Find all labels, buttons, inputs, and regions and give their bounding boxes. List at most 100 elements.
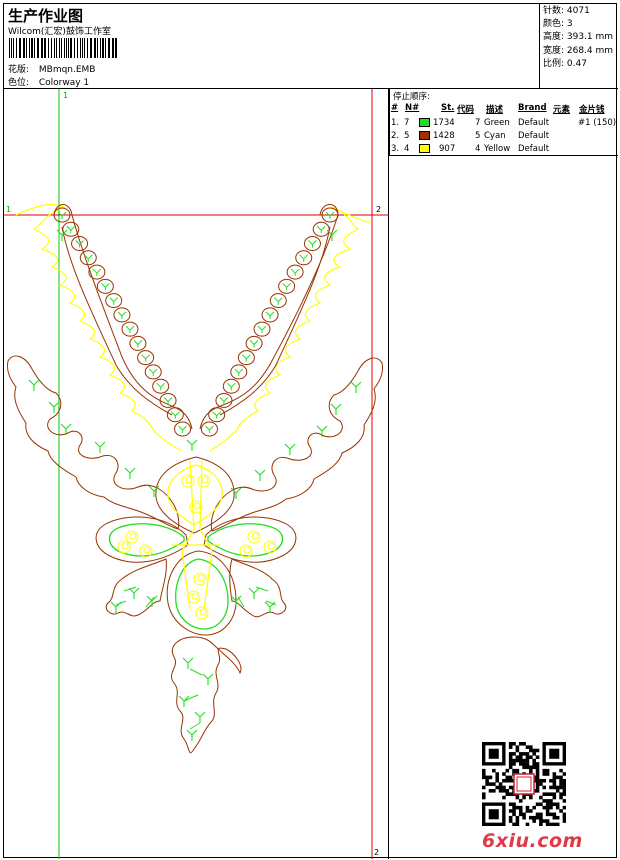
stop-sequence-title: 停止顺序: bbox=[393, 92, 430, 102]
qr-module bbox=[552, 792, 557, 796]
y-motif bbox=[110, 601, 122, 613]
pattern-value: MBmqn.EMB bbox=[38, 65, 96, 75]
qr-module bbox=[515, 755, 520, 759]
barcode-bar bbox=[44, 38, 46, 58]
qr-module bbox=[529, 795, 533, 800]
qr-module bbox=[492, 782, 496, 786]
qr-module bbox=[549, 802, 553, 807]
qr-module bbox=[518, 805, 523, 810]
qr-module bbox=[535, 772, 540, 776]
row-sequins: #1 (150) bbox=[578, 118, 617, 128]
qr-module bbox=[508, 765, 513, 770]
y-motif bbox=[48, 401, 60, 413]
bead-oval bbox=[166, 407, 184, 423]
y-motif bbox=[254, 469, 266, 481]
qr-module bbox=[562, 785, 566, 790]
qr-module bbox=[549, 812, 553, 817]
qr-module bbox=[535, 789, 540, 793]
qr-module bbox=[502, 795, 506, 800]
qr-module bbox=[532, 815, 536, 820]
production-sheet: 生产作业图 Wilcom(汇宏)鼓饰工作室 花版: MBmqn.EMB 色位: … bbox=[3, 3, 619, 859]
qr-module bbox=[552, 778, 557, 783]
col-header-needle: N# bbox=[405, 103, 420, 113]
qr-module bbox=[545, 802, 550, 807]
qr-module bbox=[505, 778, 510, 783]
qr-module bbox=[562, 805, 566, 810]
qr-module bbox=[488, 782, 493, 786]
qr-module bbox=[532, 758, 536, 763]
barcode-bar bbox=[68, 38, 69, 58]
qr-module bbox=[525, 762, 530, 766]
bead-stitch bbox=[282, 282, 291, 291]
barcode-bar bbox=[70, 38, 72, 58]
barcode-bar bbox=[66, 38, 67, 58]
bead-oval bbox=[79, 250, 97, 266]
y-motif bbox=[28, 379, 40, 391]
colorway-value: Colorway 1 bbox=[38, 78, 90, 88]
qr-module bbox=[522, 752, 526, 756]
qr-module bbox=[518, 809, 523, 813]
qr-module bbox=[555, 775, 560, 780]
qr-module bbox=[508, 802, 513, 807]
table-row: 2. 5 1428 5 Cyan Default bbox=[390, 131, 619, 144]
bead-stitch bbox=[170, 411, 180, 419]
qr-module bbox=[508, 819, 513, 823]
barcode-bar bbox=[16, 38, 17, 58]
qr-module bbox=[555, 815, 560, 820]
bead-stitch bbox=[308, 240, 317, 248]
qr-module bbox=[535, 785, 540, 790]
qr-module bbox=[492, 768, 496, 773]
barcode-bar bbox=[80, 38, 81, 58]
col-header-description: 描述 bbox=[486, 105, 504, 115]
bead-stitch bbox=[117, 311, 127, 319]
qr-module bbox=[518, 762, 523, 766]
qr-module bbox=[535, 768, 540, 773]
qr-module bbox=[515, 822, 520, 826]
qr-module bbox=[542, 805, 547, 810]
qr-module bbox=[542, 792, 547, 796]
qr-module bbox=[482, 775, 486, 780]
barcode-bar bbox=[54, 38, 55, 58]
row-needle: 4 bbox=[404, 144, 410, 154]
design-width: 宽度: 268.4 mm bbox=[543, 45, 614, 56]
qr-module bbox=[539, 812, 543, 817]
bead-oval bbox=[303, 236, 321, 252]
bead-stitch bbox=[109, 297, 119, 305]
row-code: 5 bbox=[475, 131, 481, 141]
bead-oval bbox=[174, 421, 192, 437]
qr-module bbox=[485, 778, 489, 783]
qr-module bbox=[512, 802, 516, 807]
y-motif bbox=[182, 657, 194, 669]
barcode-bar bbox=[37, 38, 39, 58]
qr-module bbox=[545, 822, 550, 826]
qr-module bbox=[535, 782, 540, 786]
bead-oval bbox=[295, 250, 313, 266]
qr-module bbox=[482, 795, 486, 800]
qr-module bbox=[508, 752, 513, 756]
barcode-bar bbox=[51, 38, 52, 58]
bead-oval bbox=[121, 321, 139, 337]
qr-module bbox=[525, 805, 530, 810]
barcode-bar bbox=[56, 38, 57, 58]
bead-stitch bbox=[226, 382, 236, 391]
left-flourish bbox=[7, 355, 180, 530]
bead-oval bbox=[245, 335, 263, 351]
qr-module bbox=[542, 778, 547, 783]
qr-module bbox=[502, 789, 506, 793]
qr-module bbox=[549, 799, 553, 803]
qr-module bbox=[552, 822, 557, 826]
qr-module bbox=[502, 785, 506, 790]
bead-stitch bbox=[234, 368, 244, 376]
qr-finder bbox=[549, 748, 560, 759]
row-stitches: 907 bbox=[439, 144, 456, 154]
qr-module bbox=[539, 819, 543, 823]
y-motif bbox=[128, 587, 140, 599]
qr-module bbox=[512, 822, 516, 826]
qr-finder bbox=[488, 748, 499, 759]
stitch-count: 针数: 4071 bbox=[543, 6, 590, 16]
qr-module bbox=[559, 768, 563, 773]
qr-module bbox=[522, 812, 526, 817]
bead-stitch bbox=[156, 382, 166, 391]
qr-module bbox=[545, 812, 550, 817]
company-name: Wilcom(汇宏)鼓饰工作室 bbox=[8, 27, 111, 37]
